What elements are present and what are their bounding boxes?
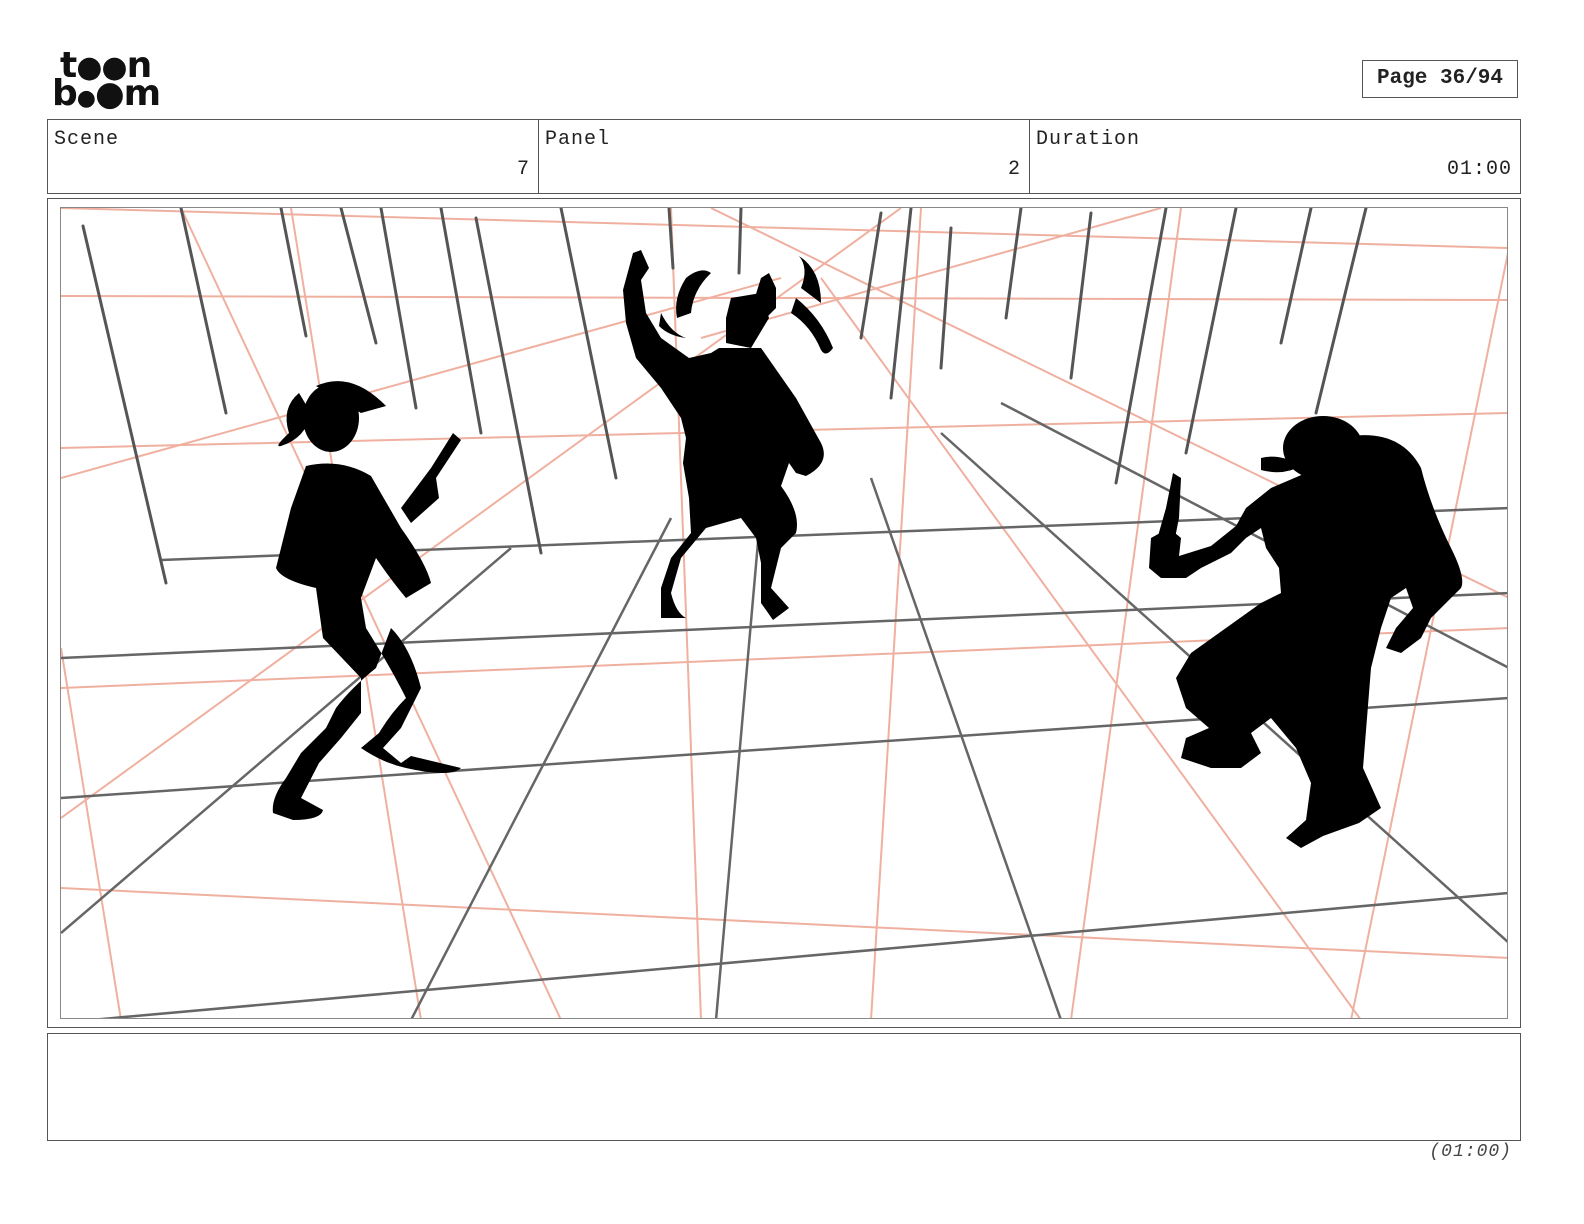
storyboard-panel bbox=[47, 198, 1521, 1028]
scene-cell: Scene 7 bbox=[48, 120, 539, 193]
right-figure-silhouette bbox=[1149, 416, 1463, 848]
panel-notes-box[interactable] bbox=[47, 1033, 1521, 1141]
duration-cell: Duration 01:00 bbox=[1030, 120, 1520, 193]
page-number: Page 36/94 bbox=[1362, 60, 1518, 98]
middle-figure-silhouette bbox=[623, 250, 833, 620]
storyboard-sketch bbox=[61, 208, 1507, 1018]
panel-label: Panel bbox=[545, 128, 611, 151]
left-figure-silhouette bbox=[272, 381, 461, 820]
scene-value: 7 bbox=[516, 158, 530, 181]
footer-duration: (01:00) bbox=[1429, 1142, 1512, 1162]
panel-info-header: Scene 7 Panel 2 Duration 01:00 bbox=[47, 119, 1521, 194]
panel-cell: Panel 2 bbox=[539, 120, 1030, 193]
toon-boom-logo: t●●n b●●m bbox=[52, 48, 168, 114]
duration-label: Duration bbox=[1036, 128, 1141, 151]
logo-text-bottom: b●●m bbox=[52, 73, 161, 114]
duration-value: 01:00 bbox=[1446, 158, 1512, 181]
panel-value: 2 bbox=[1007, 158, 1021, 181]
scene-label: Scene bbox=[54, 128, 120, 151]
panel-drawing-area bbox=[60, 207, 1508, 1019]
